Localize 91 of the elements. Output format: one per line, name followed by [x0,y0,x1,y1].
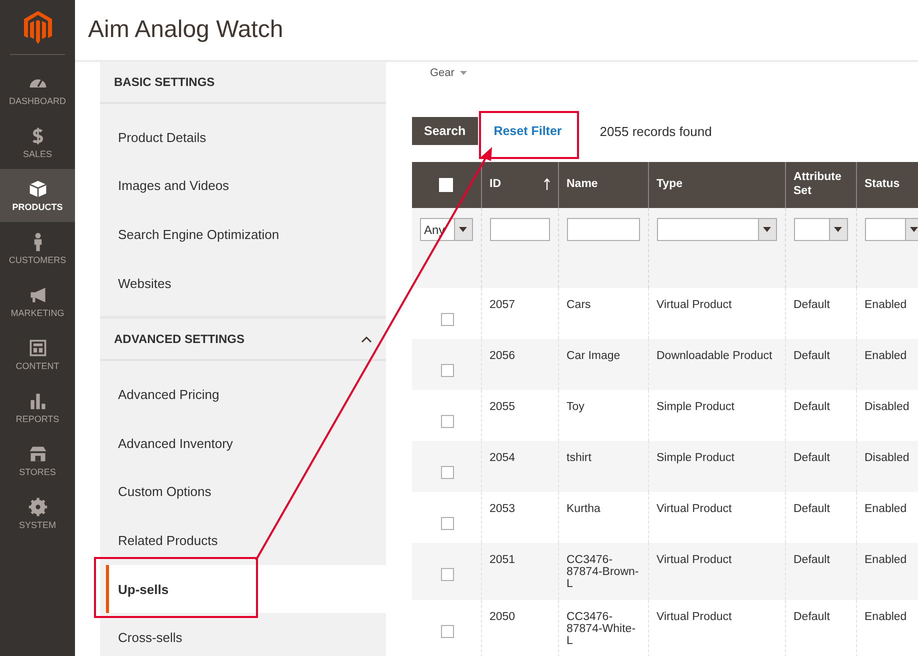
caret-icon [459,227,467,232]
nav-item[interactable]: CONTENT [0,328,75,381]
select-all-checkbox[interactable] [439,178,454,192]
nav-item[interactable]: SYSTEM [0,487,75,540]
caret-icon [763,227,771,232]
layout-icon [28,338,48,358]
box-icon [28,179,48,199]
table-cell: CC3476-87874-White-L [566,611,636,647]
row-checkbox[interactable] [440,415,454,428]
caret-icon [910,227,918,232]
row-checkbox[interactable] [440,466,454,479]
table-cell: Enabled [864,350,907,362]
caret-icon [834,227,842,232]
column-header[interactable]: ID [490,178,501,192]
filter-select[interactable] [656,218,776,241]
table-cell: Virtual Product [656,554,732,566]
table-cell: CC3476-87874-Brown-L [566,554,639,590]
gear-icon [28,497,48,517]
reset-filter-link[interactable]: Reset Filter [478,117,578,145]
table-cell: Kurtha [566,503,600,515]
search-button[interactable]: Search [412,117,478,145]
column-header[interactable]: Status [864,178,900,192]
table-cell: Downloadable Product [656,350,772,362]
column-header[interactable]: Name [566,178,598,192]
nav-item[interactable]: PRODUCTS [0,169,75,222]
table-cell: Default [794,401,830,413]
filter-select[interactable] [794,218,848,241]
records-count: 2055 records found [600,124,712,138]
table-cell: Enabled [864,299,907,311]
row-checkbox[interactable] [440,568,454,581]
table-cell: tshirt [566,452,592,464]
table-cell: 2050 [490,611,516,623]
settings-item[interactable]: Websites [100,258,386,308]
settings-item[interactable]: Up-sells [106,564,386,614]
table-cell: Enabled [864,611,907,623]
settings-item[interactable]: Custom Options [100,468,386,516]
settings-item[interactable]: Related Products [100,516,386,565]
table-cell: Default [794,554,830,566]
nav-item[interactable]: DASHBOARD [0,63,75,116]
table-cell: Default [794,452,830,464]
table-cell: Default [794,350,830,362]
table-cell: Enabled [864,503,907,515]
table-cell: Default [794,611,830,623]
table-cell: Virtual Product [656,299,732,311]
page-title: Aim Analog Watch [88,16,284,44]
settings-item[interactable]: Advanced Inventory [100,418,386,468]
table-cell: Disabled [864,452,910,464]
nav-item[interactable]: MARKETING [0,275,75,328]
table-cell: Toy [566,401,584,413]
row-checkbox[interactable] [440,517,454,530]
nav-item[interactable]: CUSTOMERS [0,222,75,275]
table-cell: Car Image [566,350,620,362]
settings-item[interactable]: Images and Videos [100,162,386,210]
settings-item[interactable]: Cross-sells [100,613,386,656]
table-cell: Virtual Product [656,611,732,623]
nav-item[interactable]: STORES [0,434,75,487]
settings-item[interactable]: Advanced Pricing [100,370,386,419]
table-cell: Simple Product [656,401,734,413]
table-cell: Default [794,299,830,311]
column-header[interactable]: Type [656,178,682,192]
settings-item[interactable]: Product Details [100,113,386,162]
filter-field[interactable] [566,218,640,241]
nav-item[interactable]: SALES [0,116,75,169]
table-cell: Enabled [864,554,907,566]
settings-item[interactable]: Search Engine Optimization [100,210,386,259]
row-checkbox[interactable] [440,625,454,638]
section-header[interactable]: BASIC SETTINGS [100,62,386,104]
section-header[interactable]: ADVANCED SETTINGS [100,316,386,362]
table-cell: Virtual Product [656,503,732,515]
table-cell: 2055 [490,401,516,413]
table-cell: Cars [566,299,591,311]
table-cell: 2057 [490,299,516,311]
filter-select[interactable] [864,218,918,241]
table-cell: 2054 [490,452,516,464]
logo-icon[interactable] [24,10,52,44]
table-cell: 2053 [490,503,516,515]
row-checkbox[interactable] [440,313,454,326]
table-cell: Default [794,503,830,515]
table-cell: Disabled [864,401,910,413]
bars-icon [28,391,48,411]
table-cell: Simple Product [656,452,734,464]
table-cell: 2056 [490,350,516,362]
store-switcher[interactable]: Gear [430,67,918,79]
caret-icon [460,71,468,75]
row-checkbox[interactable] [440,364,454,377]
store-icon [28,444,48,464]
chevron-up-icon [361,336,372,343]
filter-field[interactable] [490,218,550,241]
table-cell: 2051 [490,554,516,566]
nav-item[interactable]: REPORTS [0,381,75,434]
megaphone-icon [28,285,48,305]
